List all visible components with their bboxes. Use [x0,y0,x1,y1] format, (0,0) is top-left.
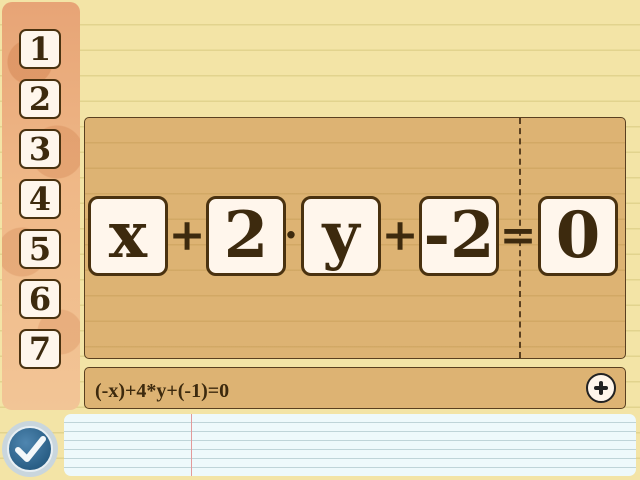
equation-tile-2[interactable]: 2 [206,196,286,276]
level-button-7[interactable]: 7 [19,329,61,369]
equation-tile-0[interactable]: 0 [538,196,618,276]
level-button-4[interactable]: 4 [19,179,61,219]
equation-tile-y[interactable]: y [301,196,381,276]
equation-tile-minus-2[interactable]: -2 [419,196,499,276]
level-button-2[interactable]: 2 [19,79,61,119]
plus-circle-icon[interactable] [586,373,616,403]
level-button-5[interactable]: 5 [19,229,61,269]
operator-plus: + [168,210,206,261]
formula-bar: (-x)+4*y+(-1)=0 [84,367,626,409]
notebook-margin-line [191,414,192,476]
checkmark-icon [15,436,46,462]
answer-input-area[interactable] [64,414,636,476]
level-button-3[interactable]: 3 [19,129,61,169]
level-button-1[interactable]: 1 [19,29,61,69]
level-sidebar: 1 2 3 4 5 6 7 [2,2,80,410]
formula-text: (-x)+4*y+(-1)=0 [95,380,230,402]
equation-board: x + 2 · y + -2 = 0 [84,117,626,359]
equation-tile-x[interactable]: x [88,196,168,276]
submit-check-button[interactable] [2,421,58,477]
operator-plus: + [381,210,419,261]
operator-equals: = [499,210,537,261]
level-button-6[interactable]: 6 [19,279,61,319]
check-button-face [7,426,53,472]
